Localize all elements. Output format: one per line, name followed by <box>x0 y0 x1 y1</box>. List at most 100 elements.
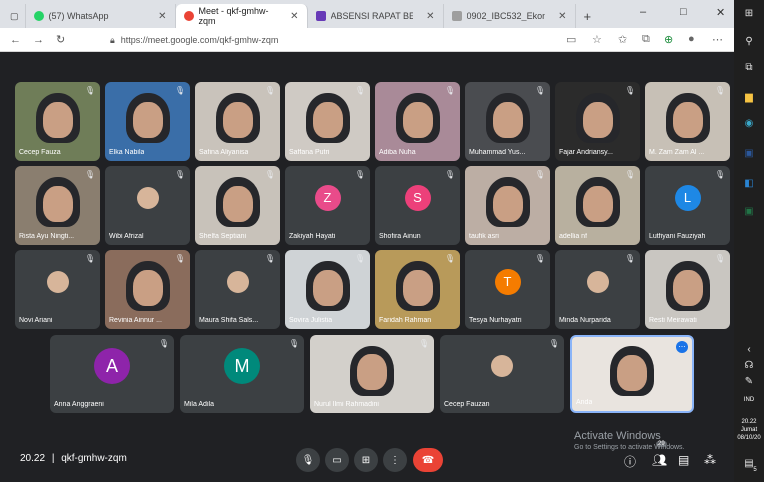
participant-tile[interactable]: T 🎙︎ Tesya Nurhayatri <box>465 250 550 329</box>
task-view-icon[interactable]: ⧉ <box>743 62 755 74</box>
camera-button[interactable]: ▭ <box>325 448 349 472</box>
mic-button[interactable]: 🎙︎ <box>296 448 320 472</box>
participant-tile[interactable]: S 🎙︎ Shofira Ainun <box>375 166 460 245</box>
back-icon[interactable]: ← <box>10 34 21 46</box>
tab-group-icon[interactable]: ▢ <box>4 4 26 28</box>
mic-off-icon: 🎙︎ <box>264 86 275 95</box>
participant-video-face <box>132 101 163 138</box>
close-tab-icon[interactable]: ✕ <box>290 11 298 22</box>
participant-name: Minda Nurparida <box>559 317 611 324</box>
close-tab-icon[interactable]: ✕ <box>158 11 166 22</box>
participant-tile[interactable]: 🎙︎ Shelfa Septiani <box>195 166 280 245</box>
participant-video-face <box>402 269 433 306</box>
new-tab-button[interactable]: + <box>576 4 600 28</box>
reader-icon[interactable]: ▭ <box>566 33 576 46</box>
close-tab-icon[interactable]: ✕ <box>426 11 434 22</box>
participant-tile[interactable]: 🎙︎ Saffana Putri <box>285 82 370 161</box>
participant-tile[interactable]: A 🎙︎ Anna Anggraeni <box>50 335 174 413</box>
edge-icon[interactable]: ◉ <box>743 118 755 130</box>
mic-off-icon: 🎙︎ <box>158 339 169 348</box>
participant-video-face <box>492 185 523 222</box>
browser-tab-ekonomi[interactable]: 0902_IBC532_Ekonomi Perkotaa ✕ <box>444 4 576 28</box>
tile-options-icon[interactable]: ⋯ <box>676 341 688 353</box>
pen-icon[interactable]: ✎ <box>743 376 755 388</box>
participant-tile[interactable]: 🎙︎ Adiba Nuha <box>375 82 460 161</box>
participant-video-face <box>312 269 343 306</box>
participant-video-face <box>402 101 433 138</box>
camera-icon: ▭ <box>332 454 342 466</box>
windows-start-icon[interactable]: ⊞ <box>743 8 755 20</box>
url-field[interactable]: 🔒︎ https://meet.google.com/qkf-gmhw-zqm <box>110 31 550 49</box>
participant-tile[interactable]: 🎙︎ Elka Nabila <box>105 82 190 161</box>
language-indicator[interactable]: IND <box>734 396 764 404</box>
reload-icon[interactable]: ↻ <box>56 33 65 46</box>
watermark-title: Activate Windows <box>574 430 661 442</box>
forward-icon[interactable]: → <box>33 34 44 46</box>
participant-tile[interactable]: 🎙︎ Resti Meirawati <box>645 250 730 329</box>
minimize-icon[interactable]: – <box>640 6 646 18</box>
participant-tile[interactable]: 🎙︎ Faridah Rahman <box>375 250 460 329</box>
browser-tab-whatsapp[interactable]: (57) WhatsApp ✕ <box>26 4 176 28</box>
network-icon[interactable]: ☊ <box>743 360 755 372</box>
more-icon[interactable]: ⋯ <box>712 33 723 46</box>
profile-icon[interactable]: ● <box>688 33 695 45</box>
mic-off-icon: 🎙︎ <box>84 86 95 95</box>
participant-tile[interactable]: Z 🎙︎ Zakiyah Hayati <box>285 166 370 245</box>
meeting-info: 20.22 | qkf-gmhw-zqm <box>20 453 127 464</box>
record-icon <box>183 11 194 21</box>
browser-tab-absensi[interactable]: ABSENSI RAPAT BESAR SELOMI ✕ <box>308 4 444 28</box>
participant-tile[interactable]: 🎙︎ adellia nf <box>555 166 640 245</box>
browser-tab-meet[interactable]: Meet - qkf-gmhw-zqm ✕ <box>175 4 308 28</box>
participant-name: Shelfa Septiani <box>199 233 247 240</box>
participant-tile[interactable]: ⋯ Anda <box>570 335 694 413</box>
taskbar-time[interactable]: 20.22 <box>734 418 764 426</box>
present-button[interactable]: ⊞ <box>354 448 378 472</box>
people-icon[interactable]: 👥︎ <box>652 453 667 467</box>
participant-name: Elka Nabila <box>109 149 145 156</box>
participant-tile[interactable]: 🎙︎ Wibi Afrizal <box>105 166 190 245</box>
participant-tile[interactable]: 🎙︎ Cecep Fauza <box>15 82 100 161</box>
file-explorer-icon[interactable]: ▆ <box>743 92 755 104</box>
mic-off-icon: 🎙︎ <box>548 339 559 348</box>
close-window-icon[interactable]: ✕ <box>716 6 725 19</box>
favorites-icon[interactable]: ✩ <box>618 33 627 46</box>
maximize-icon[interactable]: □ <box>680 6 687 18</box>
participant-video-face <box>582 185 613 222</box>
chevron-up-icon[interactable]: ‹ <box>743 344 755 356</box>
more-options-button[interactable]: ⋮ <box>383 448 407 472</box>
participant-name: Muhammad Yus... <box>469 149 526 156</box>
word-icon[interactable]: ▣ <box>743 148 755 160</box>
mic-off-icon: 🎙︎ <box>288 339 299 348</box>
leave-call-button[interactable]: ☎︎ <box>413 448 443 472</box>
info-icon[interactable]: ⓘ <box>624 453 636 470</box>
collections-icon[interactable]: ⧉ <box>642 33 650 46</box>
participant-tile[interactable]: 🎙︎ Maura Shifa Sals... <box>195 250 280 329</box>
participant-tile[interactable]: 🎙︎ Sovira Julistia <box>285 250 370 329</box>
participant-tile[interactable]: 🎙︎ taufik asri <box>465 166 550 245</box>
participant-tile[interactable]: 🎙︎ Nurul Ilmi Rahmadini <box>310 335 434 413</box>
participant-tile[interactable]: 🎙︎ Safina Aliyanisa <box>195 82 280 161</box>
participant-tile[interactable]: 🎙︎ M. Zam Zam Al ... <box>645 82 730 161</box>
avatar: L <box>674 184 701 211</box>
participant-tile[interactable]: L 🎙︎ Lutfiyani Fauziyah <box>645 166 730 245</box>
participant-tile[interactable]: 🎙︎ Revinia Ainnur ... <box>105 250 190 329</box>
star-icon[interactable]: ☆ <box>592 33 602 46</box>
mic-off-icon: 🎙︎ <box>174 170 185 179</box>
participant-tile[interactable]: 🎙︎ Rista Ayu Ningti... <box>15 166 100 245</box>
participant-tile[interactable]: 🎙︎ Fajar Andriansy... <box>555 82 640 161</box>
participant-tile[interactable]: M 🎙︎ Mila Adila <box>180 335 304 413</box>
activities-icon[interactable]: ⁂ <box>704 453 716 467</box>
participant-tile[interactable]: 🎙︎ Novi Ariani <box>15 250 100 329</box>
excel-icon[interactable]: ▣ <box>743 206 755 218</box>
participant-tile[interactable]: 🎙︎ Muhammad Yus... <box>465 82 550 161</box>
participant-name: M. Zam Zam Al ... <box>649 149 705 156</box>
chat-icon[interactable]: ▤ <box>678 453 689 467</box>
participant-name: Resti Meirawati <box>649 317 697 324</box>
participant-tile[interactable]: 🎙︎ Minda Nurparida <box>555 250 640 329</box>
close-tab-icon[interactable]: ✕ <box>558 11 566 22</box>
search-icon[interactable]: ⚲ <box>743 36 755 48</box>
store-icon[interactable]: ◧ <box>743 178 755 190</box>
notification-count: 5 <box>753 467 757 473</box>
extension-icon[interactable]: ⊕ <box>664 33 673 46</box>
participant-tile[interactable]: 🎙︎ Cecep Fauzan <box>440 335 564 413</box>
